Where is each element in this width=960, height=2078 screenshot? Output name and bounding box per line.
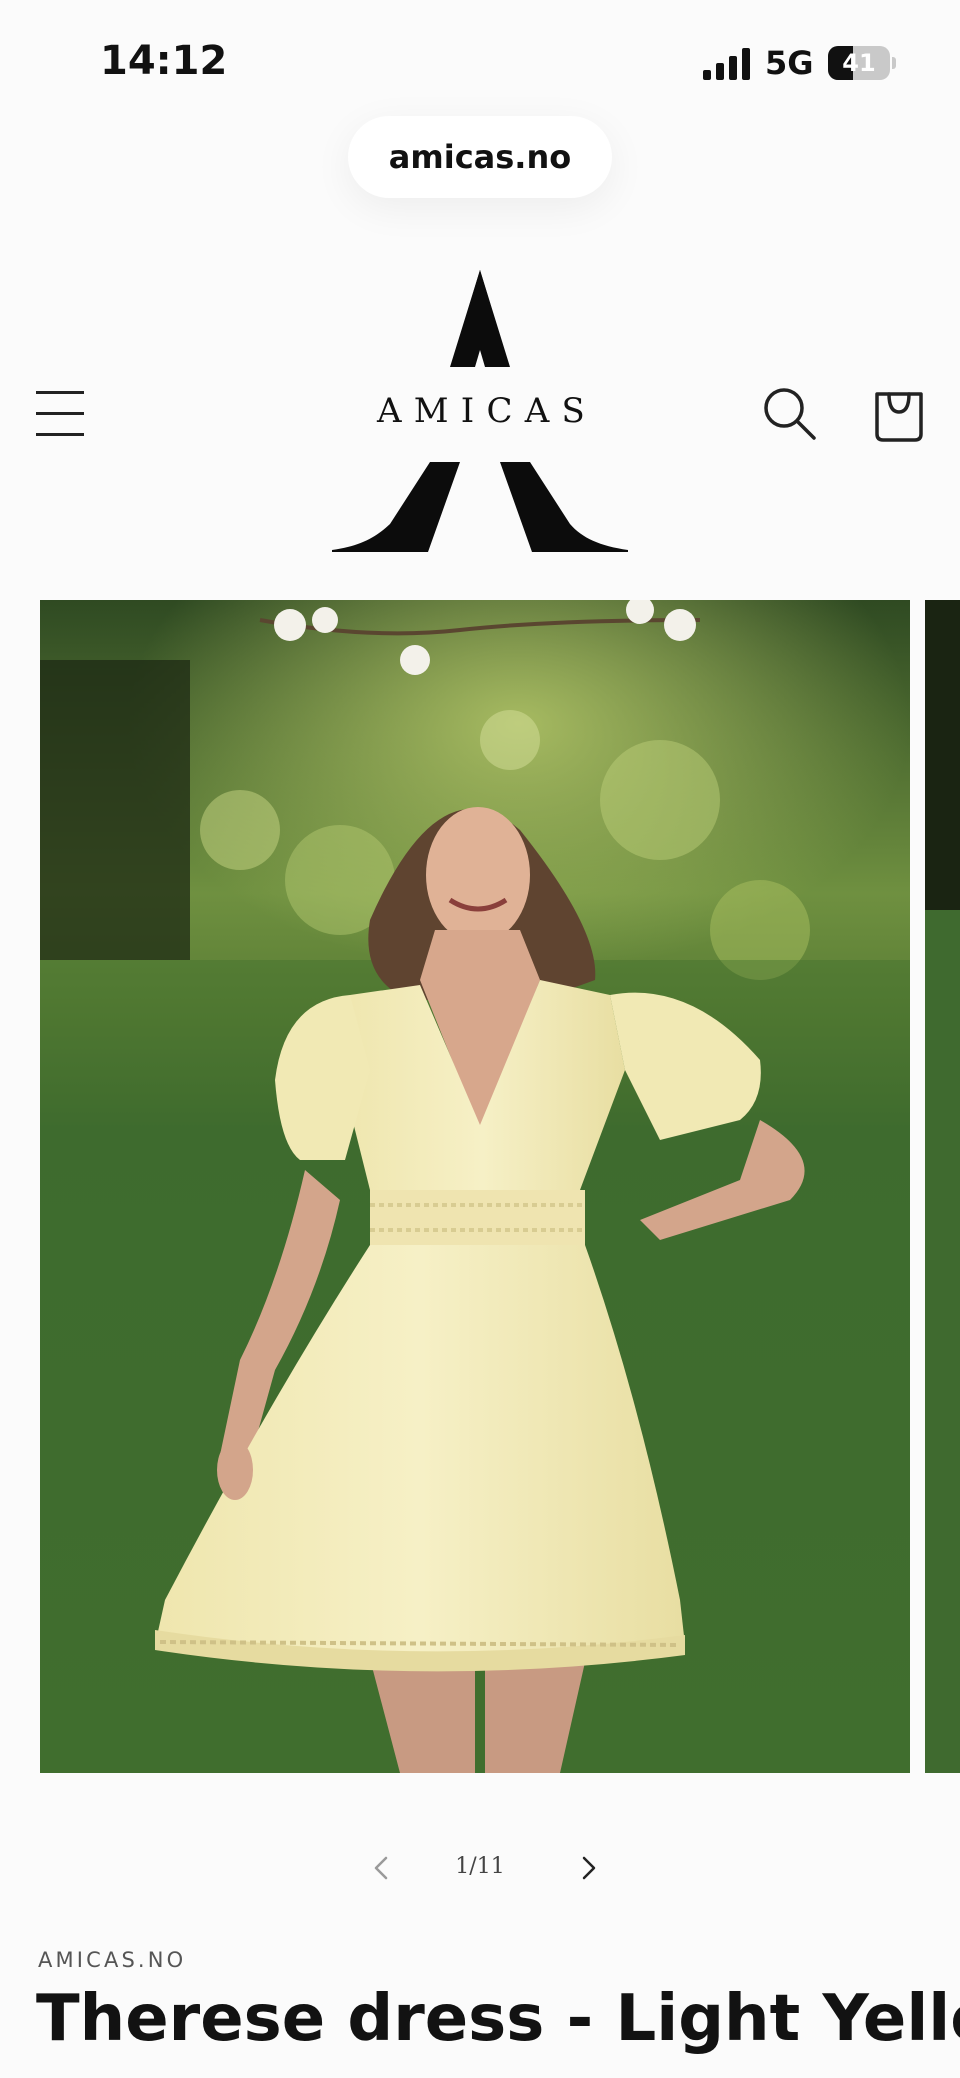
slide-counter: 1/11 xyxy=(455,1854,505,1879)
cart-button[interactable] xyxy=(872,382,926,444)
product-photo xyxy=(40,600,910,1773)
hamburger-menu-icon xyxy=(36,433,84,436)
chevron-right-icon xyxy=(582,1856,596,1880)
network-type: 5G xyxy=(765,44,814,82)
product-gallery[interactable] xyxy=(0,600,960,1775)
next-product-image[interactable] xyxy=(925,600,960,1773)
product-vendor: AMICAS.NO xyxy=(38,1948,187,1972)
brand-logo[interactable]: AMICAS xyxy=(320,262,640,562)
next-slide-button[interactable] xyxy=(566,1846,610,1890)
product-title: Therese dress - Light Yellow xyxy=(36,1982,960,2056)
product-image[interactable] xyxy=(40,600,910,1773)
address-bar[interactable]: amicas.no xyxy=(348,116,612,198)
status-bar: 14:12 5G 41 xyxy=(0,0,960,110)
shopping-bag-icon xyxy=(875,392,923,442)
search-button[interactable] xyxy=(762,386,818,442)
product-page: 14:12 5G 41 amicas.no AMICAS 1/11 AMICAS… xyxy=(0,0,960,2078)
brand-name: AMICAS xyxy=(320,386,640,436)
hamburger-menu-icon xyxy=(36,391,84,394)
previous-slide-button[interactable] xyxy=(360,1846,404,1890)
search-icon xyxy=(764,388,816,440)
battery-percent: 41 xyxy=(842,49,876,77)
battery-icon: 41 xyxy=(828,46,890,80)
hamburger-menu-icon xyxy=(36,412,84,415)
product-photo-next xyxy=(925,600,960,1773)
status-time: 14:12 xyxy=(100,38,228,84)
gallery-pagination: 1/11 xyxy=(340,1840,620,1896)
battery-cap xyxy=(892,57,896,69)
chevron-left-icon xyxy=(374,1856,388,1880)
menu-button[interactable] xyxy=(36,388,86,438)
cellular-signal-icon xyxy=(703,48,750,80)
